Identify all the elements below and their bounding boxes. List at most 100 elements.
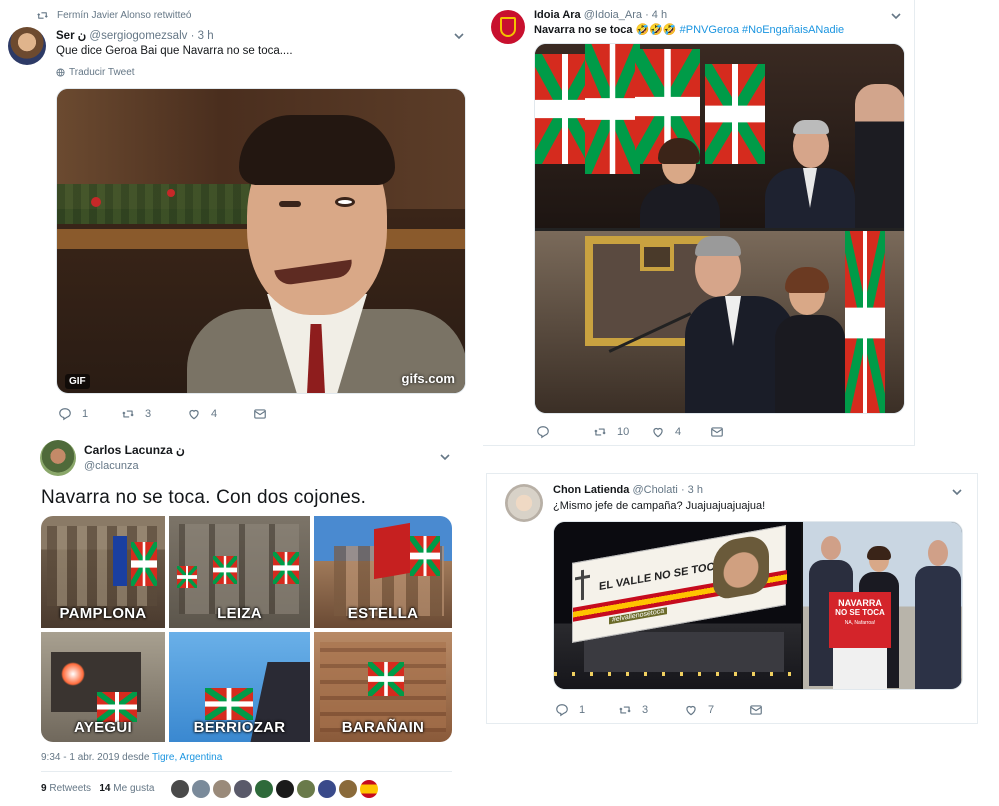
liker-avatar[interactable] <box>255 780 273 798</box>
ikurrina-flag <box>845 231 885 414</box>
avatar[interactable] <box>505 484 543 522</box>
photo-top[interactable] <box>535 44 904 228</box>
chevron-down-icon[interactable] <box>951 486 963 498</box>
liker-avatar[interactable] <box>297 780 315 798</box>
eye-right <box>335 197 355 207</box>
shield-emblem <box>500 17 516 37</box>
hashtags[interactable]: #PNVGeroa #NoEngañaisANadie <box>680 24 845 36</box>
globe-icon <box>56 68 65 77</box>
liker-avatars <box>171 780 378 798</box>
like-button[interactable]: 4 <box>651 425 681 439</box>
tweet-time[interactable]: · 3 h <box>191 30 214 42</box>
liker-avatar[interactable] <box>234 780 252 798</box>
retweet-icon <box>121 407 135 421</box>
flag-blue <box>113 536 127 586</box>
liker-avatar[interactable] <box>213 780 231 798</box>
retweets-label[interactable]: Retweets <box>49 783 91 794</box>
chevron-down-icon[interactable] <box>439 451 451 463</box>
timestamp-text: 9:34 - 1 abr. 2019 desde <box>41 752 150 763</box>
tile-estella[interactable]: ESTELLA <box>314 516 452 628</box>
chevron-down-icon[interactable] <box>890 10 902 22</box>
author-name[interactable]: Chon Latienda <box>553 484 629 496</box>
photo-pair[interactable]: EL VALLE NO SE TOCA #elvallenosetoca NAV… <box>553 521 963 690</box>
reply-icon <box>536 425 550 439</box>
photo-bottom[interactable] <box>535 231 904 414</box>
gif-media[interactable]: GIF gifs.com <box>56 88 466 394</box>
podium <box>833 648 887 689</box>
person-woman-2 <box>775 267 845 413</box>
retweet-icon <box>618 703 632 717</box>
tweet-time[interactable]: · 4 h <box>645 9 667 21</box>
ikurrina-flag <box>585 44 640 174</box>
eye-left <box>279 201 301 207</box>
location-link[interactable]: Tigre, Argentina <box>152 752 222 763</box>
heart-icon <box>684 703 698 717</box>
retweet-button[interactable]: 3 <box>121 407 151 421</box>
direct-message-button[interactable] <box>710 425 724 439</box>
tile-baranain[interactable]: BARAÑAIN <box>314 632 452 742</box>
retweet-button[interactable]: 10 <box>593 425 629 439</box>
reply-button[interactable]: 1 <box>58 407 88 421</box>
photo-collage[interactable]: PAMPLONA LEIZA ESTELLA AYEGUI BERRIOZAR <box>41 516 452 742</box>
like-button[interactable]: 7 <box>684 703 714 717</box>
author-handle[interactable]: @Idoia_Ara <box>584 9 642 21</box>
liker-avatar[interactable] <box>171 780 189 798</box>
chevron-down-icon[interactable] <box>453 30 465 42</box>
direct-message-button[interactable] <box>749 703 763 717</box>
envelope-icon <box>710 425 724 439</box>
liker-avatar[interactable] <box>192 780 210 798</box>
like-button[interactable]: 4 <box>187 407 217 421</box>
ikurrina-flag <box>205 688 253 720</box>
translate-link[interactable]: Traducir Tweet <box>56 67 135 78</box>
author-handle[interactable]: @clacunza <box>84 460 139 472</box>
retweet-count: 10 <box>617 426 630 438</box>
ikurrina-flag <box>213 556 237 584</box>
flag-red <box>374 522 410 580</box>
avatar[interactable] <box>40 440 76 476</box>
tweet-text: Navarra no se toca. Con dos cojones. <box>41 487 367 508</box>
retweet-icon <box>593 425 607 439</box>
retweet-button[interactable]: 3 <box>618 703 648 717</box>
ornament-red <box>91 197 101 207</box>
author-handle[interactable]: @sergiogomezsalv <box>89 30 187 42</box>
retweet-icon <box>36 9 49 22</box>
liker-avatar[interactable] <box>276 780 294 798</box>
reply-button[interactable]: 1 <box>555 703 585 717</box>
direct-message-button[interactable] <box>253 407 267 421</box>
like-count: 4 <box>211 408 218 420</box>
tweet-time[interactable]: · 3 h <box>681 484 703 496</box>
tile-berriozar[interactable]: BERRIOZAR <box>169 632 310 742</box>
likes-count[interactable]: 14 <box>99 783 110 794</box>
likes-label[interactable]: Me gusta <box>113 783 154 794</box>
flare <box>61 662 85 686</box>
person-bald <box>855 84 904 228</box>
reply-button[interactable] <box>536 425 560 439</box>
tile-leiza[interactable]: LEIZA <box>169 516 310 628</box>
tile-pamplona[interactable]: PAMPLONA <box>41 516 165 628</box>
photo-press[interactable]: NAVARRA NO SE TOCA NA, Nafarroa! <box>803 522 962 689</box>
tweet-header: Chon Latienda @Cholati · 3 h <box>553 484 703 496</box>
photo-grid[interactable] <box>534 43 905 414</box>
author-name[interactable]: Ser <box>56 30 75 42</box>
tweet-text: Navarra no se toca 🤣🤣🤣 #PNVGeroa #NoEnga… <box>534 23 844 36</box>
like-count: 4 <box>675 426 682 438</box>
tweet-header: Carlos Lacunza ن <box>84 443 185 457</box>
liker-avatar[interactable] <box>318 780 336 798</box>
tile-label: AYEGUI <box>74 719 132 736</box>
reply-icon <box>58 407 72 421</box>
sign-line2: NO SE TOCA <box>835 608 885 617</box>
photo-banner[interactable]: EL VALLE NO SE TOCA #elvallenosetoca <box>554 522 801 689</box>
liker-avatar[interactable] <box>360 780 378 798</box>
avatar[interactable] <box>491 10 525 44</box>
avatar[interactable] <box>8 27 46 65</box>
sign-sub: NA, Nafarroa! <box>844 620 876 626</box>
tweet-card-chon: Chon Latienda @Cholati · 3 h ¿Mismo jefe… <box>486 473 978 724</box>
author-name[interactable]: Idoia Ara <box>534 9 581 21</box>
liker-avatar[interactable] <box>339 780 357 798</box>
retweets-count[interactable]: 9 <box>41 783 47 794</box>
author-name[interactable]: Carlos Lacunza <box>84 443 173 457</box>
campaign-sign: NAVARRA NO SE TOCA NA, Nafarroa! <box>829 592 891 648</box>
ornament-red <box>167 189 175 197</box>
author-handle[interactable]: @Cholati <box>632 484 677 496</box>
tile-ayegui[interactable]: AYEGUI <box>41 632 165 742</box>
